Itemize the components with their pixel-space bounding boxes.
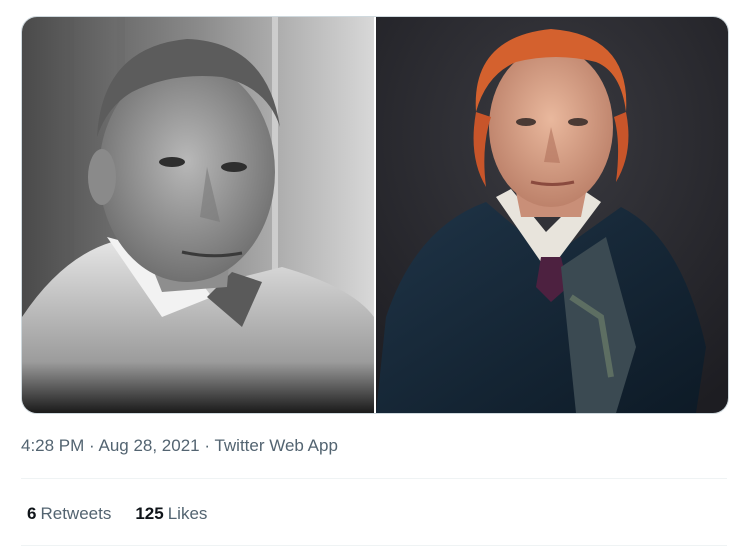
likes-stat[interactable]: 125 Likes [135, 504, 207, 524]
divider [21, 545, 727, 546]
tweet-meta: 4:28 PM · Aug 28, 2021 · Twitter Web App [21, 436, 338, 456]
media-grid [21, 16, 729, 414]
meta-separator: · [199, 436, 215, 455]
tweet-stats: 6 Retweets 125 Likes [27, 504, 207, 524]
tweet-source[interactable]: Twitter Web App [214, 436, 337, 455]
likes-count: 125 [135, 504, 164, 523]
tweet-detail: 4:28 PM · Aug 28, 2021 · Twitter Web App… [0, 0, 747, 547]
photo-left-image [22, 17, 374, 413]
photo-right[interactable] [376, 17, 728, 413]
retweets-stat[interactable]: 6 Retweets [27, 504, 111, 524]
divider [21, 478, 727, 479]
retweets-label: Retweets [40, 504, 112, 523]
retweets-count: 6 [27, 504, 37, 523]
tweet-date[interactable]: Aug 28, 2021 [98, 436, 199, 455]
meta-separator: · [84, 436, 99, 455]
likes-label: Likes [167, 504, 208, 523]
photo-left[interactable] [22, 17, 374, 413]
tweet-time[interactable]: 4:28 PM [21, 436, 84, 455]
photo-right-image [376, 17, 728, 413]
